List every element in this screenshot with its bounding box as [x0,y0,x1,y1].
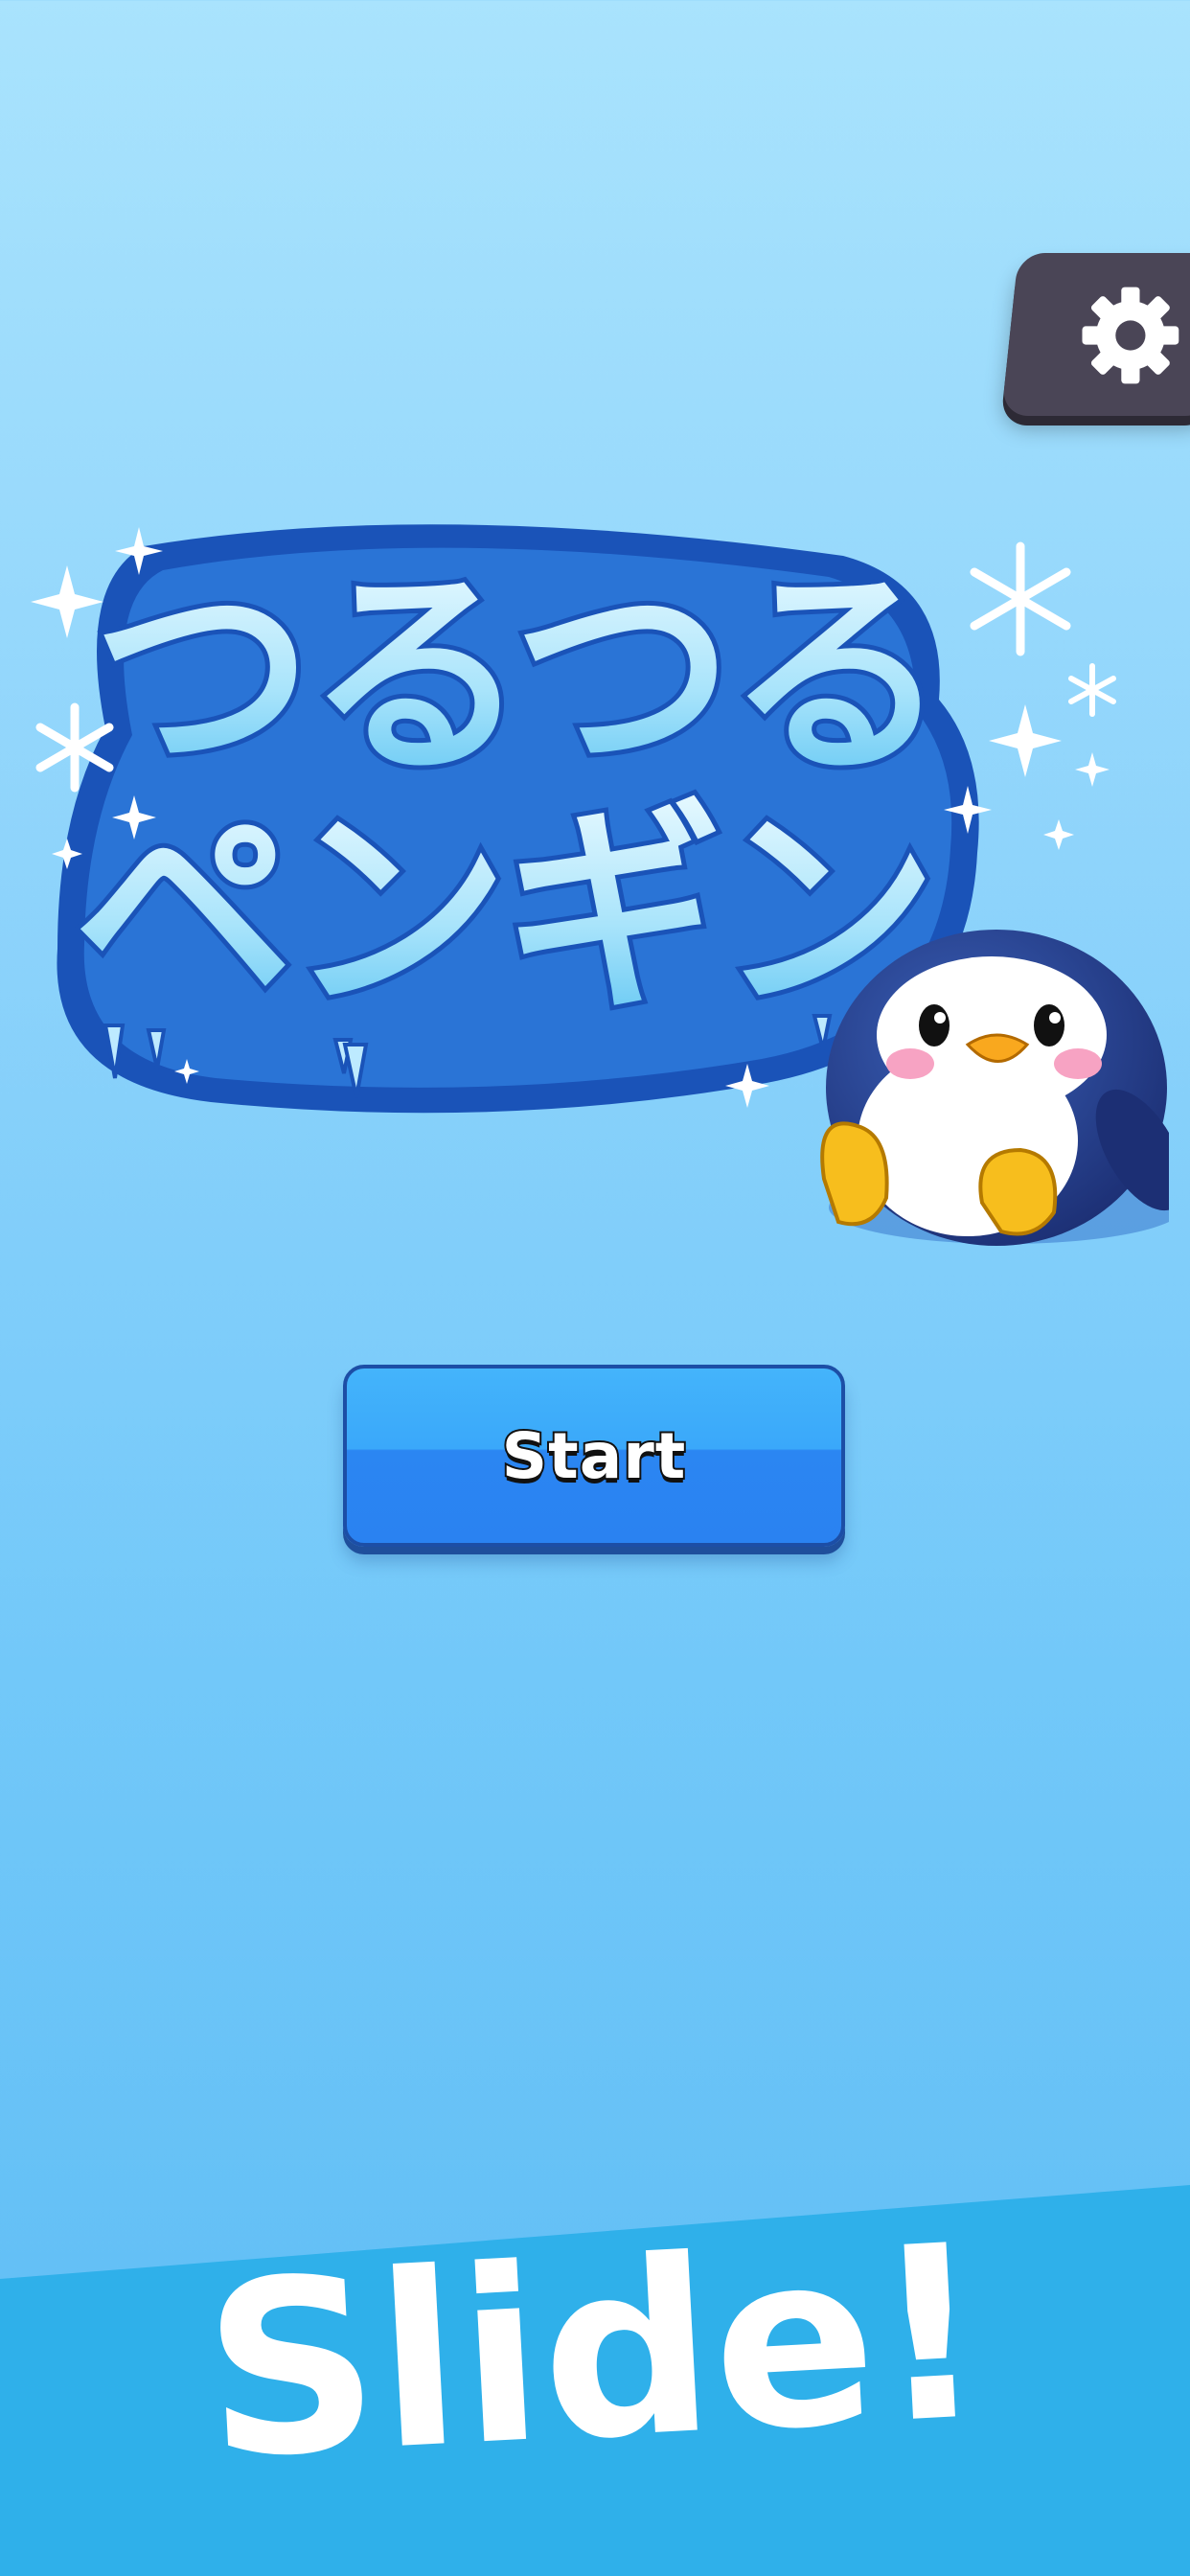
settings-button[interactable] [1001,253,1190,416]
gear-icon [1082,287,1179,384]
start-button[interactable]: Start [343,1365,845,1547]
logo-title-line2: ペンギン [74,784,932,1040]
start-button-label: Start [500,1417,688,1495]
game-logo: つるつる ペンギン [31,524,1169,1246]
logo-title-line1: つるつる [93,549,943,805]
